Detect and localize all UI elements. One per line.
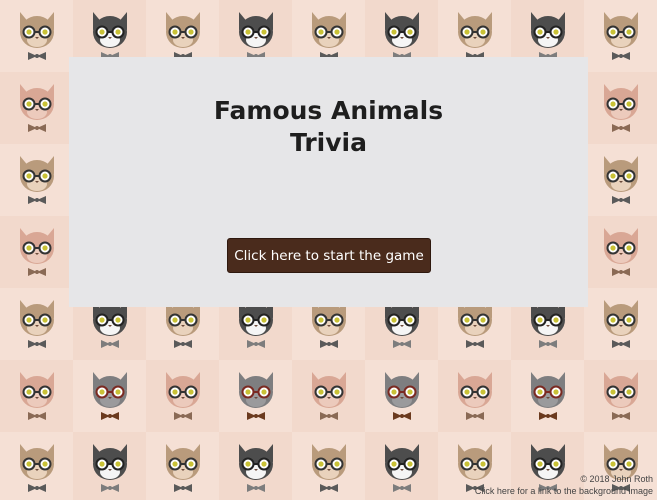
hipster-cat-with-glasses-icon [14,152,60,208]
hipster-cat-with-glasses-icon [598,8,644,64]
hipster-cat-with-glasses-icon [598,296,644,352]
hipster-cat-with-glasses-icon [598,224,644,280]
hipster-cat-with-glasses-icon [379,440,425,496]
hipster-cat-with-glasses-icon [525,8,571,64]
hipster-cat-with-glasses-icon [598,80,644,136]
cat-tile [0,144,73,216]
hipster-cat-with-glasses-icon [525,368,571,424]
hipster-cat-with-glasses-icon [452,368,498,424]
cat-tile [0,72,73,144]
cat-tile [219,360,292,432]
cat-tile [0,432,73,500]
cat-tile [438,360,511,432]
hipster-cat-with-glasses-icon [452,8,498,64]
cat-tile [219,432,292,500]
start-game-button[interactable]: Click here to start the game [227,238,431,273]
title-line-1: Famous Animals [213,96,444,125]
hipster-cat-with-glasses-icon [598,368,644,424]
page-title: Famous Animals Trivia [69,95,588,159]
background-image-link[interactable]: Click here for a link to the background … [475,485,653,497]
cat-tile [292,360,365,432]
cat-tile [584,0,657,72]
hipster-cat-with-glasses-icon [14,296,60,352]
cat-tile [584,72,657,144]
cat-tile [584,288,657,360]
hipster-cat-with-glasses-icon [306,8,352,64]
copyright-text: © 2018 John Roth [580,474,653,484]
cat-tile [584,216,657,288]
title-line-2: Trivia [290,128,367,157]
cat-tile [0,288,73,360]
cat-tile [73,360,146,432]
hipster-cat-with-glasses-icon [14,224,60,280]
hipster-cat-with-glasses-icon [14,80,60,136]
intro-panel: Famous Animals Trivia Click here to star… [69,57,588,307]
hipster-cat-with-glasses-icon [160,8,206,64]
cat-tile [0,360,73,432]
hipster-cat-with-glasses-icon [306,440,352,496]
hipster-cat-with-glasses-icon [14,8,60,64]
hipster-cat-with-glasses-icon [160,440,206,496]
footer-credits: © 2018 John Roth Click here for a link t… [475,473,653,497]
cat-tile [511,360,584,432]
hipster-cat-with-glasses-icon [87,368,133,424]
hipster-cat-with-glasses-icon [14,440,60,496]
hipster-cat-with-glasses-icon [233,440,279,496]
hipster-cat-with-glasses-icon [233,8,279,64]
cat-tile [292,432,365,500]
hipster-cat-with-glasses-icon [379,8,425,64]
hipster-cat-with-glasses-icon [306,368,352,424]
cat-tile [73,432,146,500]
cat-tile [584,144,657,216]
hipster-cat-with-glasses-icon [233,368,279,424]
cat-tile [365,432,438,500]
cat-tile [146,360,219,432]
hipster-cat-with-glasses-icon [87,440,133,496]
cat-tile [584,360,657,432]
hipster-cat-with-glasses-icon [160,368,206,424]
cat-tile [0,216,73,288]
hipster-cat-with-glasses-icon [14,368,60,424]
cat-tile [365,360,438,432]
hipster-cat-with-glasses-icon [598,152,644,208]
cat-tile [146,432,219,500]
hipster-cat-with-glasses-icon [87,8,133,64]
hipster-cat-with-glasses-icon [379,368,425,424]
cat-tile [0,0,73,72]
